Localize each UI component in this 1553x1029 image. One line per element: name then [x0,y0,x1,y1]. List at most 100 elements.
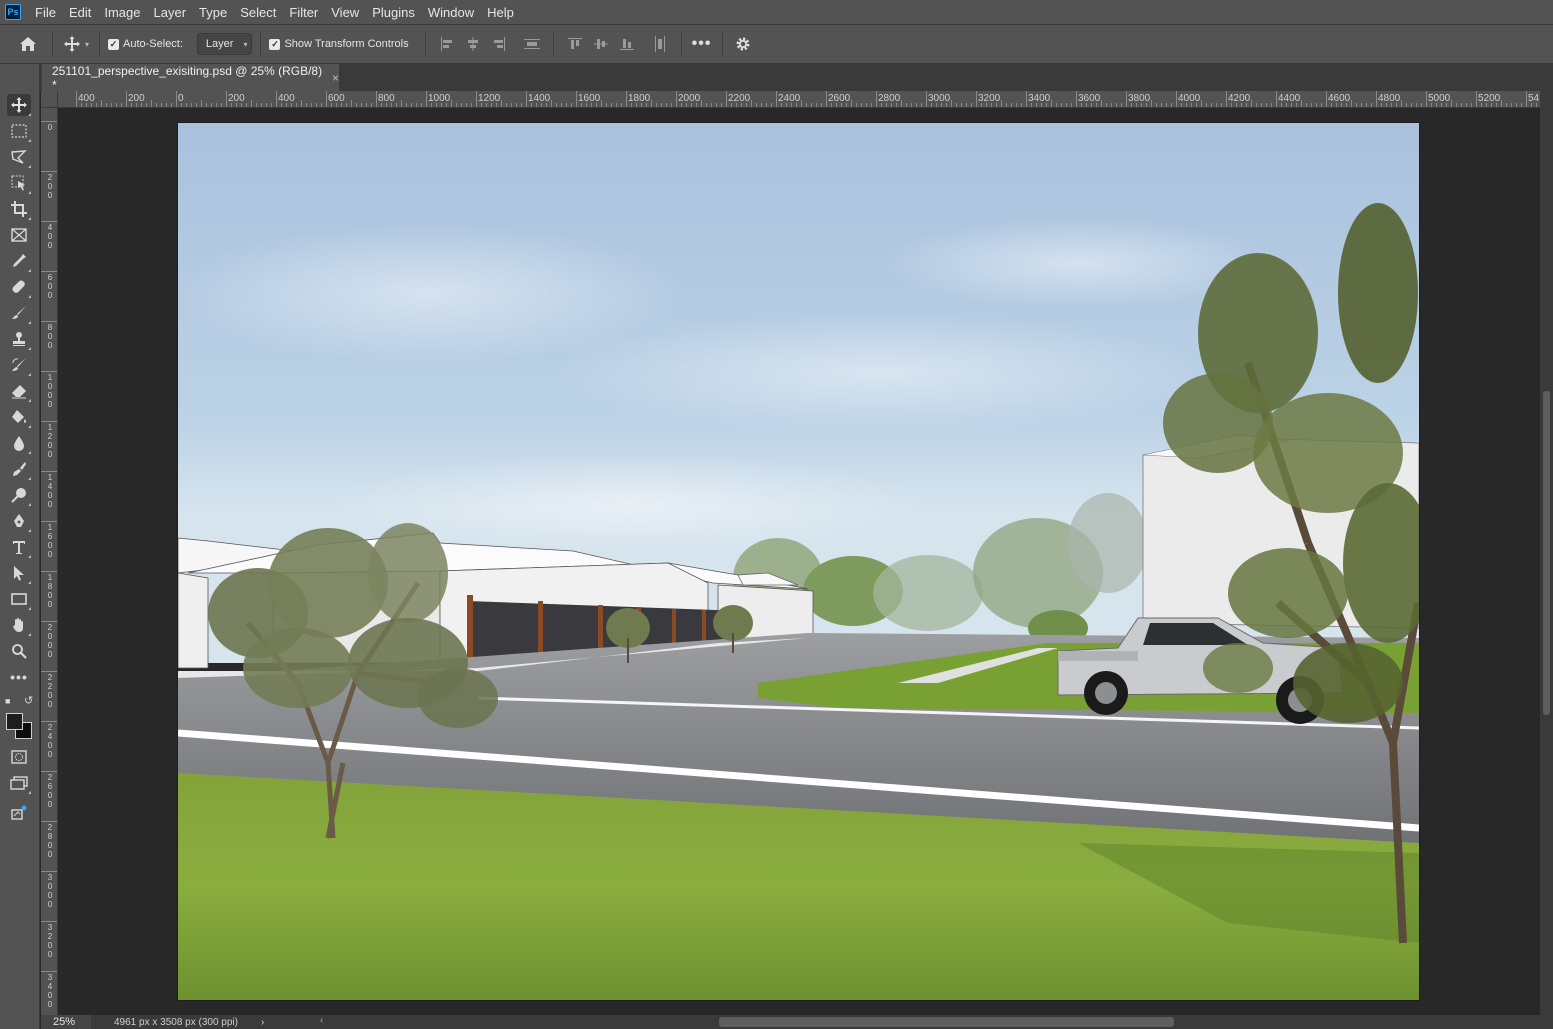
menu-plugins[interactable]: Plugins [366,0,422,25]
gear-icon[interactable] [731,32,755,56]
pen-tool-icon[interactable] [7,510,31,532]
separator [424,31,426,57]
healing-brush-tool-icon[interactable] [7,276,31,298]
eraser-tool-icon[interactable] [7,380,31,402]
separator [52,31,53,57]
separator [680,31,682,57]
ruler-tick-label: 3400 [47,973,53,1009]
marquee-tool-icon[interactable] [7,120,31,142]
horizontal-scrollbar-thumb[interactable] [719,1017,1174,1027]
ruler-tick-label: 2400 [47,723,53,759]
vertical-scrollbar-thumb[interactable] [1543,391,1550,715]
ruler-tick-label: 1800 [47,573,53,609]
align-bottom-edges-icon[interactable] [619,36,635,52]
status-bar: 25% 4961 px x 3508 px (300 ppi) › ‹ [41,1015,1553,1029]
align-horizontal-centers-icon[interactable] [465,36,481,52]
ruler-tick-label: 1400 [47,473,53,509]
align-left-edges-icon[interactable] [439,36,455,52]
align-top-edges-icon[interactable] [567,36,583,52]
object-select-tool-icon[interactable] [7,172,31,194]
tools-panel: ••• ■ ↺ [0,64,40,1029]
quick-mask-icon[interactable] [7,746,31,768]
document-canvas[interactable] [178,123,1419,1000]
dodge-tool-icon[interactable] [7,484,31,506]
auto-select-checkbox[interactable] [108,38,119,50]
eyedropper-tool-icon[interactable] [7,250,31,272]
menu-filter[interactable]: Filter [283,0,325,25]
type-tool-icon[interactable] [7,536,31,558]
share-icon[interactable] [7,802,31,824]
ruler-tick-label: 2600 [47,773,53,809]
menu-help[interactable]: Help [481,0,521,25]
menu-edit[interactable]: Edit [63,0,98,25]
auto-select-target-value: Layer [205,38,234,50]
menu-layer[interactable]: Layer [148,0,194,25]
menu-view[interactable]: View [325,0,366,25]
chevron-left-icon[interactable]: ‹ [320,1015,323,1026]
history-brush-tool-icon[interactable] [7,354,31,376]
align-vertical-centers-icon[interactable] [593,36,609,52]
transform-controls-checkbox[interactable] [269,38,281,50]
separator [721,31,723,57]
zoom-level-field[interactable]: 25% [41,1015,91,1029]
auto-select-label: Auto-Select: [123,38,183,50]
ruler-tick-label: 54 [1528,93,1540,104]
distribute-vertical-icon[interactable] [523,36,540,52]
menu-image[interactable]: Image [98,0,147,25]
menu-type[interactable]: Type [193,0,234,25]
ruler-tick-label: 600 [47,273,53,300]
path-selection-tool-icon[interactable] [7,562,31,584]
separator [99,31,100,57]
ruler-origin[interactable] [41,91,58,108]
ruler-tick-label: 2000 [47,623,53,659]
default-colors-icon[interactable]: ■ [5,696,10,706]
more-options-icon[interactable]: ••• [690,32,714,56]
horizontal-ruler[interactable]: 400 200 0 200 400 600 800 1000 1200 1400 1600 1800 2… [58,91,1540,108]
zoom-tool-icon[interactable] [7,640,31,662]
canvas-area[interactable] [59,108,1540,1015]
swap-colors-icon[interactable]: ↺ [24,694,33,707]
document-tab-title: 251101_perspective_exisiting.psd @ 25% (… [52,63,323,92]
vertical-ruler[interactable]: 0 200 400 600 800 1000 1200 1400 1600 1800 2000 220… [41,108,58,1015]
clone-stamp-tool-icon[interactable] [7,328,31,350]
ruler-tick-label: 0 [47,123,53,132]
ruler-tick-label: 800 [47,323,53,350]
close-icon[interactable]: × [332,71,339,85]
smudge-tool-icon[interactable] [7,458,31,480]
menu-window[interactable]: Window [422,0,481,25]
hand-tool-icon[interactable] [7,614,31,636]
chevron-right-icon[interactable]: › [261,1017,264,1028]
document-tab[interactable]: 251101_perspective_exisiting.psd @ 25% (… [42,63,339,92]
lasso-tool-icon[interactable] [7,146,31,168]
home-icon[interactable] [16,32,40,56]
foreground-color-swatch[interactable] [6,713,23,730]
rectangle-tool-icon[interactable] [7,588,31,610]
move-tool-icon[interactable] [7,94,31,116]
horizontal-scrollbar[interactable]: ‹ [320,1015,1553,1027]
auto-select-target-dropdown[interactable]: Layer ▾ [196,33,253,55]
distribute-horizontal-icon[interactable] [652,36,668,52]
brush-tool-icon[interactable] [7,302,31,324]
ruler-tick-label: 1200 [47,423,53,459]
vertical-scrollbar[interactable] [1540,91,1553,1015]
chevron-down-icon: ▾ [243,39,248,49]
paint-bucket-tool-icon[interactable] [7,406,31,428]
separator [260,31,262,57]
ruler-tick-label: 400 [47,223,53,250]
ruler-tick-label: 1600 [47,523,53,559]
document-info[interactable]: 4961 px x 3508 px (300 ppi) [114,1017,264,1028]
screen-mode-icon[interactable] [7,772,31,794]
frame-tool-icon[interactable] [7,224,31,246]
ruler-tick-label: 3200 [47,923,53,959]
blur-tool-icon[interactable] [7,432,31,454]
ruler-tick-label: 2200 [47,673,53,709]
align-right-edges-icon[interactable] [491,36,507,52]
transform-controls-label: Show Transform Controls [284,38,409,50]
crop-tool-icon[interactable] [7,198,31,220]
menu-select[interactable]: Select [234,0,283,25]
move-tool-preset-icon[interactable]: ▾ [61,32,91,56]
more-tools-icon[interactable]: ••• [7,666,31,688]
ruler-tick-label: 2800 [47,823,53,859]
photoshop-logo[interactable]: Ps [5,4,21,20]
menu-file[interactable]: File [29,0,63,25]
